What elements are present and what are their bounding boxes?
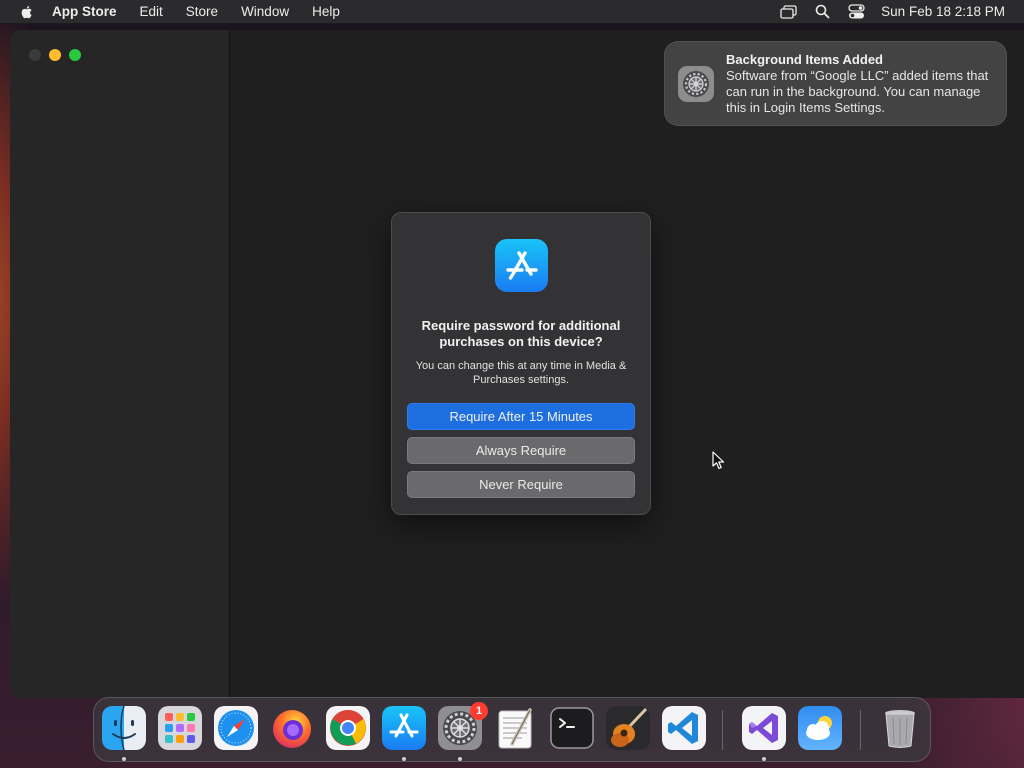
google-chrome-icon[interactable] bbox=[326, 706, 370, 750]
visual-studio-code-icon[interactable] bbox=[662, 706, 706, 750]
menu-bar-clock[interactable]: Sun Feb 18 2:18 PM bbox=[881, 4, 1005, 19]
finder-icon[interactable] bbox=[102, 706, 146, 750]
system-settings-running-indicator bbox=[458, 757, 462, 761]
app-store-running-indicator bbox=[402, 757, 406, 761]
menu-app-name[interactable]: App Store bbox=[52, 4, 117, 19]
always-require-button[interactable]: Always Require bbox=[407, 437, 635, 464]
require-after-15-minutes-button[interactable]: Require After 15 Minutes bbox=[407, 403, 635, 430]
spotlight-search-icon[interactable] bbox=[813, 4, 831, 20]
terminal-icon[interactable] bbox=[550, 706, 594, 750]
window-controls bbox=[29, 49, 89, 61]
textedit-icon[interactable] bbox=[494, 706, 538, 750]
visual-studio-running-indicator bbox=[762, 757, 766, 761]
dialog-message: You can change this at any time in Media… bbox=[415, 360, 627, 386]
finder-running-indicator bbox=[122, 757, 126, 761]
close-window-button[interactable] bbox=[29, 49, 41, 61]
launchpad-icon[interactable] bbox=[158, 706, 202, 750]
mouse-pointer-icon bbox=[712, 451, 725, 470]
control-center-icon[interactable] bbox=[847, 4, 865, 20]
dock-separator bbox=[722, 710, 723, 750]
app-store-dock-icon[interactable] bbox=[382, 706, 426, 750]
system-settings-notification-badge: 1 bbox=[470, 702, 488, 720]
app-store-icon bbox=[495, 239, 548, 292]
notification-body: Software from “Google LLC” added items t… bbox=[726, 68, 989, 115]
visual-studio-icon[interactable] bbox=[742, 706, 786, 750]
notification-title: Background Items Added bbox=[726, 52, 883, 67]
system-settings-gear-icon bbox=[678, 66, 714, 102]
firefox-icon[interactable] bbox=[270, 706, 314, 750]
dock bbox=[93, 697, 931, 762]
menu-help[interactable]: Help bbox=[312, 4, 340, 19]
minimize-window-button[interactable] bbox=[49, 49, 61, 61]
window-sidebar bbox=[10, 30, 230, 698]
dialog-title: Require password for additional purchase… bbox=[421, 318, 621, 349]
dock-separator-trash bbox=[860, 710, 861, 750]
safari-icon[interactable] bbox=[214, 706, 258, 750]
menu-edit[interactable]: Edit bbox=[140, 4, 163, 19]
weather-icon[interactable] bbox=[798, 706, 842, 750]
screen-mirroring-icon[interactable] bbox=[779, 4, 797, 20]
menu-bar-status-area: Sun Feb 18 2:18 PM bbox=[779, 4, 1024, 20]
menu-window[interactable]: Window bbox=[241, 4, 289, 19]
menu-store[interactable]: Store bbox=[186, 4, 218, 19]
purchase-password-dialog: Require password for additional purchase… bbox=[391, 212, 651, 515]
never-require-button[interactable]: Never Require bbox=[407, 471, 635, 498]
menu-bar: App Store Edit Store Window Help Sun Feb… bbox=[0, 0, 1024, 24]
zoom-window-button[interactable] bbox=[69, 49, 81, 61]
notification-banner[interactable]: Background Items Added Software from “Go… bbox=[664, 41, 1007, 126]
trash-icon[interactable] bbox=[878, 706, 922, 750]
apple-menu-icon[interactable] bbox=[19, 4, 35, 20]
garageband-icon[interactable] bbox=[606, 706, 650, 750]
